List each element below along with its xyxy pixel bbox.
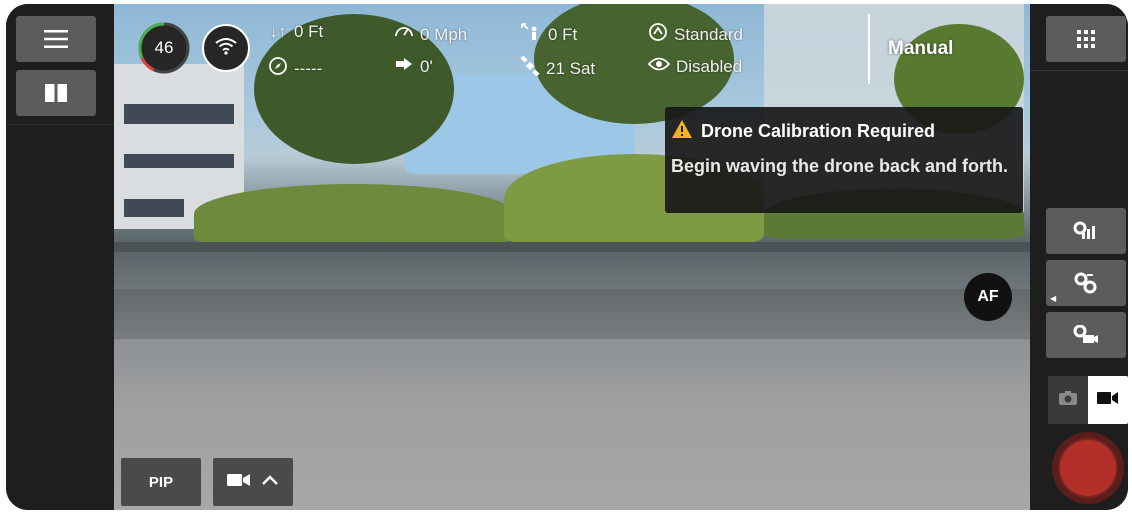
camera-icon	[1059, 390, 1077, 410]
capture-mode-toggle[interactable]	[1048, 376, 1128, 424]
apps-button[interactable]	[1046, 16, 1126, 62]
photo-mode-option[interactable]	[1048, 376, 1088, 424]
chevron-up-icon	[261, 473, 279, 491]
distance-icon	[520, 22, 542, 47]
alert-message: Begin waving the drone back and forth.	[671, 156, 1009, 176]
split-view-icon	[45, 84, 67, 102]
grid-icon	[1077, 30, 1095, 48]
camera-settings-icon	[1073, 325, 1099, 345]
ground-shadow	[114, 289, 1030, 339]
expand-left-icon: ◀	[1050, 294, 1057, 303]
altitude-readout: ↓↑ 0 Ft	[269, 22, 324, 41]
battery-indicator[interactable]: 46	[138, 22, 190, 74]
split-view-button[interactable]	[16, 70, 96, 116]
drone-controller-screen: 46 ↓↑ 0 Ft ----- 0 Mph 0' 0 Ft 21 Sat Sta…	[6, 4, 1128, 510]
wifi-icon	[215, 37, 237, 60]
video-mode-option[interactable]	[1088, 376, 1128, 424]
bush	[194, 184, 514, 244]
drone-settings-button[interactable]: ◀	[1046, 260, 1126, 306]
divider	[1030, 70, 1128, 71]
vertical-speed-readout: 0'	[394, 56, 433, 77]
profile-icon	[648, 22, 668, 47]
satellite-readout: 21 Sat	[520, 55, 595, 81]
alert-header: Drone Calibration Required	[671, 119, 1017, 144]
camera-source-button[interactable]	[213, 458, 293, 506]
satellite-icon	[520, 55, 540, 81]
autofocus-button[interactable]: AF	[964, 273, 1012, 321]
flight-mode-label: Manual	[888, 38, 954, 59]
left-panel	[6, 4, 114, 510]
distance-readout: 0 Ft	[520, 22, 577, 47]
speedometer-icon	[394, 22, 414, 47]
obstacle-avoidance-readout: Disabled	[647, 56, 742, 77]
pip-button[interactable]: PIP	[121, 458, 201, 506]
record-button[interactable]	[1052, 432, 1124, 504]
eye-icon	[647, 56, 671, 77]
camera-settings-button[interactable]	[1046, 312, 1126, 358]
heading-readout: -----	[268, 56, 322, 81]
signal-indicator[interactable]	[202, 24, 250, 72]
menu-button[interactable]	[16, 16, 96, 62]
alert-title: Drone Calibration Required	[701, 121, 936, 141]
gimbal-settings-icon	[1073, 221, 1099, 241]
video-icon	[1097, 391, 1119, 410]
battery-percent: 46	[154, 38, 174, 57]
record-dot	[1058, 438, 1118, 498]
speed-readout: 0 Mph	[394, 22, 467, 47]
gimbal-settings-button[interactable]	[1046, 208, 1126, 254]
flight-profile-readout: Standard	[648, 22, 743, 47]
arrow-icon	[394, 56, 414, 77]
flight-mode-selector[interactable]: Manual	[868, 14, 1028, 84]
compass-icon	[268, 56, 288, 81]
drone-settings-icon	[1073, 272, 1099, 294]
divider	[6, 124, 114, 125]
calibration-alert: Drone Calibration Required Begin waving …	[665, 107, 1023, 213]
road-edge	[114, 242, 1030, 252]
altitude-icon: ↓↑	[269, 22, 287, 41]
warning-icon	[671, 119, 693, 144]
video-camera-icon	[227, 472, 251, 493]
menu-icon	[44, 29, 68, 49]
